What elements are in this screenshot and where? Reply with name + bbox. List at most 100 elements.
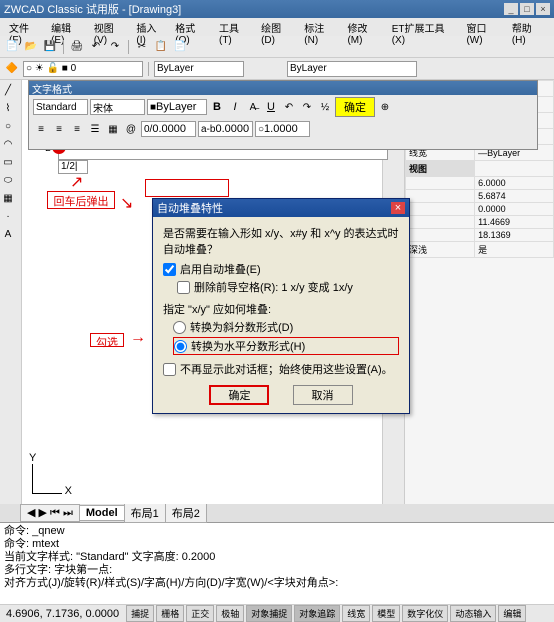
ortho-btn[interactable]: 正交 [186, 605, 214, 622]
edit-btn[interactable]: 编辑 [498, 605, 526, 622]
undo-icon[interactable]: ↶ [88, 39, 104, 55]
layout-tabs: ◀ ▶ ⏮ ⏭ Model 布局1 布局2 [0, 504, 554, 522]
style-dd[interactable]: Standard [33, 99, 88, 115]
check-trim[interactable]: 删除前导空格(R): 1 x/y 变成 1x/y [177, 279, 399, 295]
line-icon[interactable]: ╱ [0, 82, 16, 98]
arrow-2: ↘ [120, 193, 133, 213]
menu-help[interactable]: 帮助(H) [507, 18, 550, 36]
symbol-icon[interactable]: @ [123, 121, 139, 137]
menu-view[interactable]: 视图(V) [89, 18, 132, 36]
label-popup: 回车后弹出 [47, 191, 115, 209]
dialog-cancel[interactable]: 取消 [293, 385, 353, 405]
paste-icon[interactable]: 📄 [172, 39, 188, 55]
open-icon[interactable]: 📂 [23, 39, 39, 55]
menu-window[interactable]: 窗口(W) [461, 18, 506, 36]
dialog-close-icon[interactable]: × [391, 202, 405, 214]
linetype-dropdown[interactable]: ByLayer [287, 61, 417, 77]
italic-icon[interactable]: I [227, 99, 243, 115]
menu-format[interactable]: 格式(O) [170, 18, 214, 36]
statusbar: 4.6906, 7.1736, 0.0000 捕捉 栅格 正交 极轴 对象捕捉 … [0, 604, 554, 622]
tab-layout2[interactable]: 布局2 [165, 503, 207, 523]
dig-btn[interactable]: 数字化仪 [402, 605, 448, 622]
menu-dim[interactable]: 标注(N) [299, 18, 342, 36]
otrack-btn[interactable]: 对象追踪 [294, 605, 340, 622]
dyn-btn[interactable]: 动态输入 [450, 605, 496, 622]
menu-file[interactable]: 文件(F) [4, 18, 46, 36]
text-format-toolbar: 文字格式 Standard 宋体 ■ ByLayer B I A̶ U ↶ ↷ … [28, 80, 538, 150]
menu-draw[interactable]: 绘图(D) [256, 18, 299, 36]
more-icon[interactable]: ⊕ [377, 99, 393, 115]
label-check: 勾选 [90, 333, 124, 347]
dialog-sub: 指定 "x/y" 应如何堆叠: [163, 301, 399, 317]
arc-icon[interactable]: ◠ [0, 136, 16, 152]
redo-icon[interactable]: ↷ [107, 39, 123, 55]
menu-insert[interactable]: 插入(I) [131, 18, 170, 36]
menu-modify[interactable]: 修改(M) [342, 18, 386, 36]
toolbar-2: 🔶 ○ ☀ 🔓 ■ 0 ByLayer ByLayer [0, 58, 554, 80]
app-title: ZWCAD Classic 试用版 - [Drawing3] [4, 1, 181, 17]
polar-btn[interactable]: 极轴 [216, 605, 244, 622]
coord-display: 4.6906, 7.1736, 0.0000 [0, 608, 125, 620]
arrow-3: → [130, 329, 146, 347]
point-icon[interactable]: · [0, 208, 16, 224]
oblique-dd[interactable]: 0/ 0.0000 [141, 121, 196, 137]
bold-icon[interactable]: B [209, 99, 225, 115]
ucs-icon: Y X [32, 464, 62, 494]
ok-btn[interactable]: 确定 [335, 97, 375, 117]
menu-edit[interactable]: 编辑(E) [46, 18, 89, 36]
layer-dropdown[interactable]: ○ ☀ 🔓 ■ 0 [23, 61, 143, 77]
dialog-question: 是否需要在输入形如 x/y、x#y 和 x^y 的表达式时自动堆叠？ [163, 225, 399, 257]
check-enable[interactable]: 启用自动堆叠(E) [163, 261, 399, 277]
menu-tools[interactable]: 工具(T) [214, 18, 256, 36]
list-icon[interactable]: ☰ [87, 121, 103, 137]
textcolor-dd[interactable]: ■ ByLayer [147, 99, 207, 115]
text-icon[interactable]: A [0, 226, 16, 242]
left-toolbox: ╱ ⌇ ○ ◠ ▭ ⬭ ▦ · A [0, 80, 22, 504]
min-btn[interactable]: _ [504, 3, 518, 15]
print-icon[interactable]: 🖨 [69, 39, 85, 55]
layer-icon[interactable]: 🔶 [4, 61, 20, 77]
dialog-title: 自动堆叠特性 [157, 200, 223, 216]
autostack-dialog: 自动堆叠特性 × 是否需要在输入形如 x/y、x#y 和 x^y 的表达式时自动堆… [152, 198, 410, 414]
hatch-icon[interactable]: ▦ [0, 190, 16, 206]
arrow-1: ↗ [70, 172, 83, 192]
max-btn[interactable]: □ [520, 3, 534, 15]
save-icon[interactable]: 💾 [42, 39, 58, 55]
redo2-icon[interactable]: ↷ [299, 99, 315, 115]
strike-icon[interactable]: A̶ [245, 99, 261, 115]
circle-icon[interactable]: ○ [0, 118, 16, 134]
radio-horiz[interactable]: 转换为水平分数形式(H) [173, 337, 399, 355]
ellipse-icon[interactable]: ⬭ [0, 172, 16, 188]
align-left-icon[interactable]: ≡ [33, 121, 49, 137]
osnap-btn[interactable]: 对象捕捉 [246, 605, 292, 622]
lw-btn[interactable]: 线宽 [342, 605, 370, 622]
snap-btn[interactable]: 捕捉 [126, 605, 154, 622]
align-center-icon[interactable]: ≡ [51, 121, 67, 137]
font-dd[interactable]: 宋体 [90, 99, 145, 115]
close-btn[interactable]: × [536, 3, 550, 15]
rect-icon[interactable]: ▭ [0, 154, 16, 170]
pline-icon[interactable]: ⌇ [0, 100, 16, 116]
track-dd[interactable]: a-b 0.0000 [198, 121, 253, 137]
box-dialogtitle [145, 179, 229, 197]
color-dropdown[interactable]: ByLayer [154, 61, 244, 77]
field-icon[interactable]: ▦ [105, 121, 121, 137]
check-noshow[interactable]: 不再显示此对话框；始终使用这些设置(A)。 [163, 361, 399, 377]
radio-diag[interactable]: 转换为斜分数形式(D) [173, 319, 399, 335]
menubar: 文件(F) 编辑(E) 视图(V) 插入(I) 格式(O) 工具(T) 绘图(D… [0, 18, 554, 36]
dialog-ok[interactable]: 确定 [209, 385, 269, 405]
command-area[interactable]: 命令: _qnew 命令: mtext 当前文字样式: "Standard" 文… [0, 522, 554, 604]
menu-et[interactable]: ET扩展工具(X) [387, 18, 462, 36]
align-right-icon[interactable]: ≡ [69, 121, 85, 137]
model-btn[interactable]: 模型 [372, 605, 400, 622]
new-icon[interactable]: 📄 [4, 39, 20, 55]
cut-icon[interactable]: ✂ [134, 39, 150, 55]
grid-btn[interactable]: 栅格 [156, 605, 184, 622]
copy-icon[interactable]: 📋 [153, 39, 169, 55]
undo2-icon[interactable]: ↶ [281, 99, 297, 115]
underline-icon[interactable]: U [263, 99, 279, 115]
stack-icon[interactable]: ½ [317, 99, 333, 115]
tab-layout1[interactable]: 布局1 [124, 503, 166, 523]
width-dd[interactable]: ○ 1.0000 [255, 121, 310, 137]
tab-model[interactable]: Model [79, 505, 125, 521]
